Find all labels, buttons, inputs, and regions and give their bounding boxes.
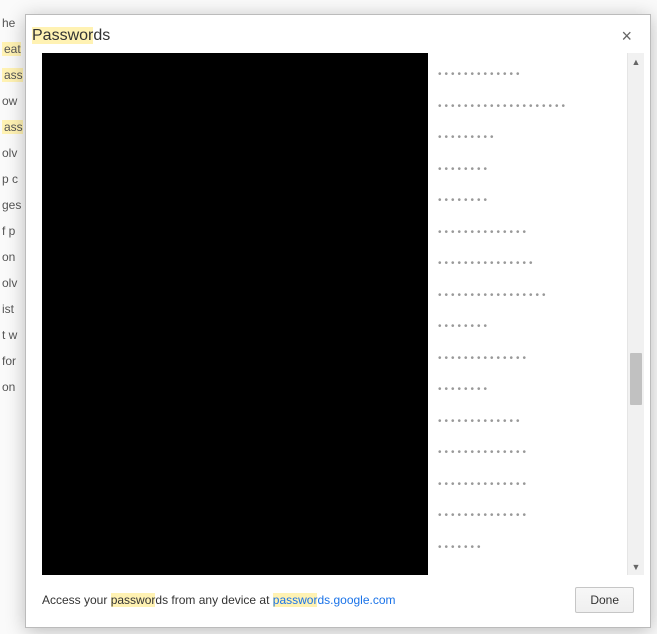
password-row[interactable]: ••••••• — [438, 532, 627, 564]
bg-highlight: ass — [2, 120, 23, 134]
password-row[interactable]: ••••••••••••••••• — [438, 280, 627, 312]
password-row[interactable]: •••••••••••••• — [438, 469, 627, 501]
password-list: ••••••••••••••••••••••••••••••••••••••••… — [42, 53, 627, 575]
password-row[interactable]: •••••••• — [438, 154, 627, 186]
footer-hl1: passwor — [111, 593, 156, 607]
password-row[interactable]: ••••••••••••••• — [438, 248, 627, 280]
modal-header: Passwords × — [26, 15, 650, 53]
modal-footer: Access your passwords from any device at… — [26, 575, 650, 627]
done-button[interactable]: Done — [575, 587, 634, 613]
modal-body: ••••••••••••••••••••••••••••••••••••••••… — [42, 53, 644, 575]
footer-pre: Access your — [42, 593, 111, 607]
scroll-down-icon[interactable]: ▼ — [628, 558, 644, 575]
password-row[interactable]: ••••••••••••• — [438, 406, 627, 438]
password-row[interactable]: ••••••••• — [438, 122, 627, 154]
footer-text: Access your passwords from any device at… — [42, 593, 396, 607]
title-rest: ds — [93, 27, 110, 44]
password-row[interactable]: •••••••••••••• — [438, 217, 627, 249]
scrollbar[interactable]: ▲ ▼ — [627, 53, 644, 575]
password-row[interactable]: •••••••• — [438, 374, 627, 406]
title-highlight: Passwor — [32, 27, 93, 44]
masked-password-column: ••••••••••••••••••••••••••••••••••••••••… — [428, 53, 627, 575]
password-row[interactable]: •••••••• — [438, 311, 627, 343]
modal-title: Passwords — [32, 27, 110, 45]
passwords-modal: Passwords × ••••••••••••••••••••••••••••… — [25, 14, 651, 628]
password-row[interactable]: •••••••••••••• — [438, 437, 627, 469]
bg-highlight: ass — [2, 68, 23, 82]
scroll-up-icon[interactable]: ▲ — [628, 53, 644, 70]
close-icon[interactable]: × — [619, 27, 634, 45]
link-rest: ds.google.com — [317, 593, 395, 607]
link-hl: passwor — [273, 593, 318, 607]
redacted-sites-column — [42, 53, 428, 575]
password-row[interactable]: •••••••••••••••••••• — [438, 91, 627, 123]
password-row[interactable]: ••••••••••••• — [438, 59, 627, 91]
password-row[interactable]: •••••••••••••• — [438, 343, 627, 375]
footer-mid: ds from any device at — [155, 593, 272, 607]
footer-link[interactable]: passwords.google.com — [273, 593, 396, 607]
scroll-thumb[interactable] — [630, 353, 642, 405]
password-row[interactable]: •••••••••••••• — [438, 500, 627, 532]
password-row[interactable]: •••••••• — [438, 185, 627, 217]
bg-highlight: eat — [2, 42, 21, 56]
